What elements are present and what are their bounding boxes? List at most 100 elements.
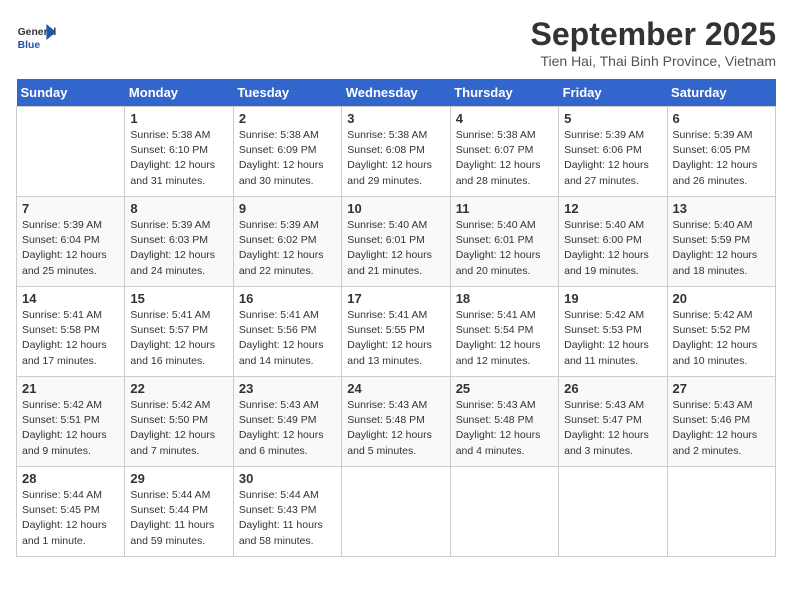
day-info: Sunrise: 5:42 AM Sunset: 5:51 PM Dayligh…	[22, 398, 119, 459]
calendar-cell	[17, 107, 125, 197]
month-title: September 2025	[531, 16, 776, 53]
day-info: Sunrise: 5:38 AM Sunset: 6:08 PM Dayligh…	[347, 128, 444, 189]
day-info: Sunrise: 5:39 AM Sunset: 6:02 PM Dayligh…	[239, 218, 336, 279]
day-info: Sunrise: 5:41 AM Sunset: 5:58 PM Dayligh…	[22, 308, 119, 369]
weekday-header: Friday	[559, 79, 667, 107]
day-number: 6	[673, 111, 770, 126]
day-number: 7	[22, 201, 119, 216]
day-info: Sunrise: 5:43 AM Sunset: 5:48 PM Dayligh…	[456, 398, 553, 459]
day-info: Sunrise: 5:38 AM Sunset: 6:09 PM Dayligh…	[239, 128, 336, 189]
day-info: Sunrise: 5:39 AM Sunset: 6:05 PM Dayligh…	[673, 128, 770, 189]
calendar-cell: 13 Sunrise: 5:40 AM Sunset: 5:59 PM Dayli…	[667, 197, 775, 287]
calendar-cell: 24 Sunrise: 5:43 AM Sunset: 5:48 PM Dayli…	[342, 377, 450, 467]
day-number: 27	[673, 381, 770, 396]
calendar-cell	[559, 467, 667, 557]
calendar-cell: 19 Sunrise: 5:42 AM Sunset: 5:53 PM Dayli…	[559, 287, 667, 377]
calendar-cell: 27 Sunrise: 5:43 AM Sunset: 5:46 PM Dayli…	[667, 377, 775, 467]
day-number: 13	[673, 201, 770, 216]
calendar-cell: 10 Sunrise: 5:40 AM Sunset: 6:01 PM Dayli…	[342, 197, 450, 287]
day-info: Sunrise: 5:44 AM Sunset: 5:44 PM Dayligh…	[130, 488, 227, 549]
day-number: 30	[239, 471, 336, 486]
weekday-header: Saturday	[667, 79, 775, 107]
day-number: 11	[456, 201, 553, 216]
day-number: 26	[564, 381, 661, 396]
day-number: 4	[456, 111, 553, 126]
day-info: Sunrise: 5:41 AM Sunset: 5:56 PM Dayligh…	[239, 308, 336, 369]
calendar-cell: 28 Sunrise: 5:44 AM Sunset: 5:45 PM Dayli…	[17, 467, 125, 557]
day-info: Sunrise: 5:41 AM Sunset: 5:54 PM Dayligh…	[456, 308, 553, 369]
calendar-cell: 17Sunrise: 5:41 AM Sunset: 5:55 PM Dayli…	[342, 287, 450, 377]
day-number: 9	[239, 201, 336, 216]
calendar-cell: 16Sunrise: 5:41 AM Sunset: 5:56 PM Dayli…	[233, 287, 341, 377]
logo-icon: General Blue	[16, 16, 56, 56]
calendar-week-row: 28 Sunrise: 5:44 AM Sunset: 5:45 PM Dayli…	[17, 467, 776, 557]
calendar-cell: 12Sunrise: 5:40 AM Sunset: 6:00 PM Dayli…	[559, 197, 667, 287]
calendar-cell	[450, 467, 558, 557]
calendar-cell: 15 Sunrise: 5:41 AM Sunset: 5:57 PM Dayli…	[125, 287, 233, 377]
calendar-cell: 21 Sunrise: 5:42 AM Sunset: 5:51 PM Dayli…	[17, 377, 125, 467]
calendar-week-row: 7 Sunrise: 5:39 AM Sunset: 6:04 PM Daylig…	[17, 197, 776, 287]
calendar-cell: 29 Sunrise: 5:44 AM Sunset: 5:44 PM Dayli…	[125, 467, 233, 557]
calendar-cell: 30 Sunrise: 5:44 AM Sunset: 5:43 PM Dayli…	[233, 467, 341, 557]
day-info: Sunrise: 5:40 AM Sunset: 5:59 PM Dayligh…	[673, 218, 770, 279]
calendar-week-row: 14 Sunrise: 5:41 AM Sunset: 5:58 PM Dayli…	[17, 287, 776, 377]
weekday-header: Tuesday	[233, 79, 341, 107]
calendar-cell: 20Sunrise: 5:42 AM Sunset: 5:52 PM Dayli…	[667, 287, 775, 377]
day-info: Sunrise: 5:43 AM Sunset: 5:47 PM Dayligh…	[564, 398, 661, 459]
day-number: 3	[347, 111, 444, 126]
day-number: 5	[564, 111, 661, 126]
calendar-week-row: 21 Sunrise: 5:42 AM Sunset: 5:51 PM Dayli…	[17, 377, 776, 467]
day-info: Sunrise: 5:44 AM Sunset: 5:45 PM Dayligh…	[22, 488, 119, 549]
day-info: Sunrise: 5:39 AM Sunset: 6:04 PM Dayligh…	[22, 218, 119, 279]
calendar-cell: 11 Sunrise: 5:40 AM Sunset: 6:01 PM Dayli…	[450, 197, 558, 287]
calendar-table: SundayMondayTuesdayWednesdayThursdayFrid…	[16, 79, 776, 557]
day-number: 28	[22, 471, 119, 486]
day-info: Sunrise: 5:40 AM Sunset: 6:01 PM Dayligh…	[347, 218, 444, 279]
calendar-cell: 1 Sunrise: 5:38 AM Sunset: 6:10 PM Daylig…	[125, 107, 233, 197]
weekday-header: Sunday	[17, 79, 125, 107]
calendar-cell: 2Sunrise: 5:38 AM Sunset: 6:09 PM Daylig…	[233, 107, 341, 197]
day-info: Sunrise: 5:40 AM Sunset: 6:01 PM Dayligh…	[456, 218, 553, 279]
calendar-cell: 9 Sunrise: 5:39 AM Sunset: 6:02 PM Daylig…	[233, 197, 341, 287]
day-info: Sunrise: 5:42 AM Sunset: 5:52 PM Dayligh…	[673, 308, 770, 369]
day-info: Sunrise: 5:44 AM Sunset: 5:43 PM Dayligh…	[239, 488, 336, 549]
calendar-cell: 5 Sunrise: 5:39 AM Sunset: 6:06 PM Daylig…	[559, 107, 667, 197]
day-number: 29	[130, 471, 227, 486]
day-info: Sunrise: 5:38 AM Sunset: 6:10 PM Dayligh…	[130, 128, 227, 189]
day-info: Sunrise: 5:40 AM Sunset: 6:00 PM Dayligh…	[564, 218, 661, 279]
calendar-cell: 25Sunrise: 5:43 AM Sunset: 5:48 PM Dayli…	[450, 377, 558, 467]
calendar-cell: 7 Sunrise: 5:39 AM Sunset: 6:04 PM Daylig…	[17, 197, 125, 287]
day-number: 24	[347, 381, 444, 396]
day-number: 21	[22, 381, 119, 396]
page-header: General Blue September 2025 Tien Hai, Th…	[16, 16, 776, 69]
day-info: Sunrise: 5:42 AM Sunset: 5:50 PM Dayligh…	[130, 398, 227, 459]
day-info: Sunrise: 5:42 AM Sunset: 5:53 PM Dayligh…	[564, 308, 661, 369]
day-info: Sunrise: 5:43 AM Sunset: 5:48 PM Dayligh…	[347, 398, 444, 459]
day-number: 23	[239, 381, 336, 396]
day-info: Sunrise: 5:39 AM Sunset: 6:03 PM Dayligh…	[130, 218, 227, 279]
day-number: 14	[22, 291, 119, 306]
day-number: 17	[347, 291, 444, 306]
day-number: 10	[347, 201, 444, 216]
svg-text:Blue: Blue	[18, 40, 41, 51]
calendar-cell: 3 Sunrise: 5:38 AM Sunset: 6:08 PM Daylig…	[342, 107, 450, 197]
day-info: Sunrise: 5:39 AM Sunset: 6:06 PM Dayligh…	[564, 128, 661, 189]
calendar-cell: 26 Sunrise: 5:43 AM Sunset: 5:47 PM Dayli…	[559, 377, 667, 467]
weekday-header: Wednesday	[342, 79, 450, 107]
weekday-header-row: SundayMondayTuesdayWednesdayThursdayFrid…	[17, 79, 776, 107]
day-number: 19	[564, 291, 661, 306]
logo: General Blue	[16, 16, 60, 56]
day-number: 1	[130, 111, 227, 126]
calendar-cell: 23 Sunrise: 5:43 AM Sunset: 5:49 PM Dayli…	[233, 377, 341, 467]
day-info: Sunrise: 5:43 AM Sunset: 5:46 PM Dayligh…	[673, 398, 770, 459]
title-block: September 2025 Tien Hai, Thai Binh Provi…	[531, 16, 776, 69]
day-info: Sunrise: 5:41 AM Sunset: 5:57 PM Dayligh…	[130, 308, 227, 369]
calendar-cell	[342, 467, 450, 557]
day-number: 15	[130, 291, 227, 306]
calendar-cell: 22Sunrise: 5:42 AM Sunset: 5:50 PM Dayli…	[125, 377, 233, 467]
calendar-cell: 18 Sunrise: 5:41 AM Sunset: 5:54 PM Dayli…	[450, 287, 558, 377]
day-number: 18	[456, 291, 553, 306]
weekday-header: Thursday	[450, 79, 558, 107]
day-info: Sunrise: 5:43 AM Sunset: 5:49 PM Dayligh…	[239, 398, 336, 459]
calendar-cell	[667, 467, 775, 557]
